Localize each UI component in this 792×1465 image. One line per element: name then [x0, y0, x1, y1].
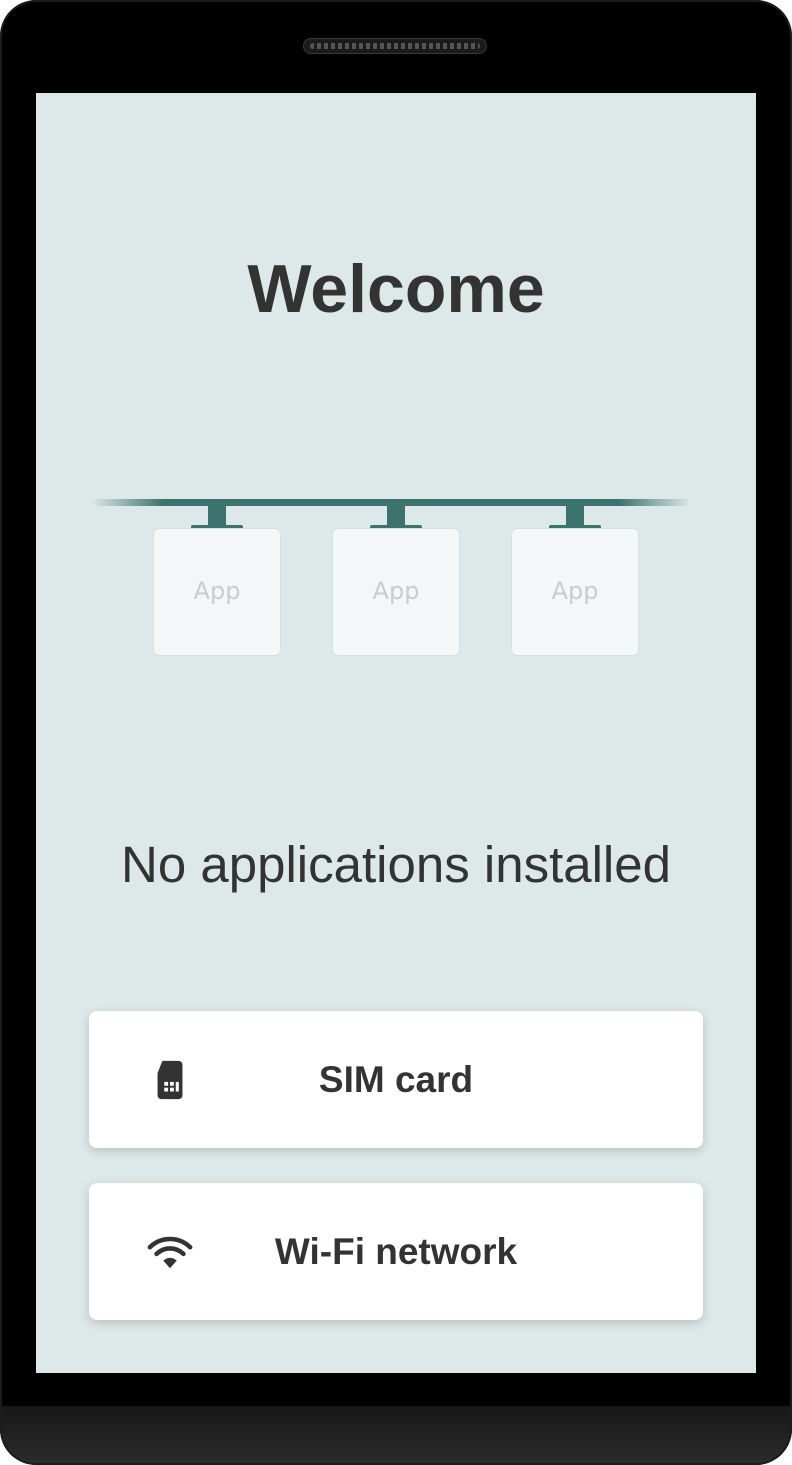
- wifi-icon: [147, 1236, 193, 1269]
- app-card-label: App: [372, 577, 420, 605]
- placeholder-app-card: App: [511, 528, 639, 656]
- phone-bottom-bezel: [0, 1406, 792, 1465]
- placeholder-app-card: App: [332, 528, 460, 656]
- sim-card-icon: [157, 1060, 183, 1100]
- empty-apps-illustration: App App App: [36, 93, 756, 793]
- sim-card-label: SIM card: [318, 1058, 474, 1100]
- welcome-screen: Welcome App App App No applications inst…: [36, 93, 756, 1373]
- placeholder-app-card: App: [153, 528, 281, 656]
- earpiece-speaker: [303, 38, 487, 54]
- wifi-network-label: Wi-Fi network: [274, 1230, 518, 1272]
- speaker-grill: [310, 43, 480, 49]
- empty-state-message: No applications installed: [121, 836, 671, 893]
- phone-frame: Welcome App App App No applications inst…: [0, 0, 792, 1465]
- wifi-network-button[interactable]: Wi-Fi network: [89, 1183, 703, 1320]
- hook: [566, 505, 584, 525]
- hook: [387, 505, 405, 525]
- app-card-label: App: [551, 577, 599, 605]
- app-card-label: App: [193, 577, 241, 605]
- hook: [208, 505, 226, 525]
- sim-card-button[interactable]: SIM card: [89, 1011, 703, 1148]
